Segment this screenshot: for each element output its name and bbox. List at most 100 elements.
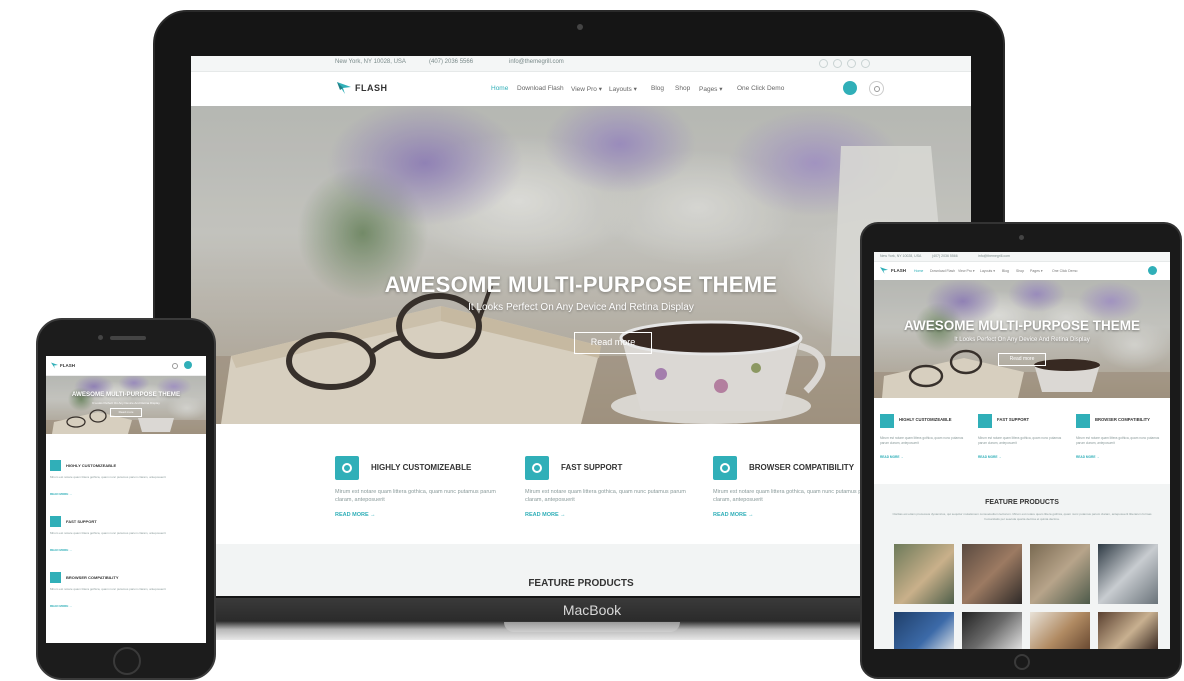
support-icon [525,456,549,480]
hero-banner: AWESOME MULTI-PURPOSE THEME It Looks Per… [46,376,206,434]
feature-title: BROWSER COMPATIBILITY [66,575,119,580]
email-text[interactable]: info@themegrill.com [509,59,564,65]
feature-read-more-link[interactable]: READ MORE → [525,512,566,518]
home-button-icon[interactable] [113,647,141,675]
macbook-notch [504,622,680,632]
macbook-screen: New York, NY 10028, USA (407) 2036 5566 … [191,56,971,596]
products-section: FEATURE PRODUCTS Claritas est etiam proc… [874,484,1170,649]
location-text: New York, NY 10028, USA [335,59,406,65]
product-tile[interactable] [894,544,954,604]
support-icon [978,414,992,428]
products-section: FEATURE PRODUCTS [191,544,971,596]
nav-one-click-demo[interactable]: One Click Demo [737,85,784,92]
hero-overlay [46,376,206,434]
read-more-button[interactable]: Read more [574,332,652,354]
home-button-icon[interactable] [1014,654,1030,670]
feature-read-more-link[interactable]: READ MORE → [1076,455,1100,459]
product-tile[interactable] [1098,612,1158,649]
nav-one-click-demo[interactable]: One Click Demo [1052,269,1077,273]
social-icon[interactable] [819,59,828,68]
nav-home[interactable]: Home [914,269,923,273]
feature-title: BROWSER COMPATIBILITY [749,463,855,472]
logo-icon[interactable] [51,362,58,369]
hero-subtitle: It Looks Perfect On Any Device And Retin… [468,302,694,313]
feature-read-more-link[interactable]: READ MORE → [880,455,904,459]
feature-text: Mirum est notare quam littera gothica, q… [978,436,1062,445]
compass-icon [50,572,61,583]
read-more-button[interactable]: Read more [998,353,1046,366]
phone-speaker [110,336,146,340]
product-tile[interactable] [1030,612,1090,649]
feature-read-more-link[interactable]: READ MORE → [50,604,72,608]
products-description: Claritas est etiam processus dynamicus, … [892,512,1152,521]
nav-layouts[interactable]: Layouts ▾ [980,269,995,273]
phone-text: (407) 2036 5566 [932,254,958,258]
feature-read-more-link[interactable]: READ MORE → [50,492,72,496]
products-title: FEATURE PRODUCTS [985,499,1059,506]
site-navbar: FLASH Home Download Flash View Pro ▾ Lay… [874,262,1170,280]
email-text[interactable]: info@themegrill.com [978,254,1010,258]
products-title: FEATURE PRODUCTS [528,578,634,589]
camera-icon [1019,235,1024,240]
product-tile[interactable] [962,544,1022,604]
feature-text: Mirum est notare quam littera gothica, q… [50,475,166,479]
site-topbar: New York, NY 10028, USA (407) 2036 5566 … [191,56,971,72]
gear-icon [50,460,61,471]
nav-view-pro[interactable]: View Pro ▾ [571,85,602,93]
menu-icon[interactable] [172,363,178,369]
nav-home[interactable]: Home [491,85,508,92]
nav-download-flash[interactable]: Download Flash [517,85,564,92]
site-logo-text[interactable]: FLASH [355,83,388,93]
phone-device: FLASH AWESOME MULTI-PURPOSE THEME It Loo… [36,318,216,680]
social-icon[interactable] [833,59,842,68]
nav-view-pro[interactable]: View Pro ▾ [958,269,975,273]
hero-subtitle: It Looks Perfect On Any Device And Retin… [954,337,1090,343]
nav-shop[interactable]: Shop [1016,269,1024,273]
cart-icon[interactable] [184,361,192,369]
gear-icon [880,414,894,428]
feature-text: Mirum est notare quam littera gothica, q… [525,489,686,503]
product-tile[interactable] [1098,544,1158,604]
social-icon[interactable] [861,59,870,68]
logo-icon[interactable] [880,267,888,274]
product-tile[interactable] [894,612,954,649]
feature-text: Mirum est notare quam littera gothica, q… [50,587,166,591]
gear-icon [335,456,359,480]
feature-read-more-link[interactable]: READ MORE → [335,512,376,518]
tablet-device: New York, NY 10028, USA (407) 2036 5566 … [860,222,1182,679]
read-more-button[interactable]: Read more [110,408,142,417]
feature-read-more-link[interactable]: READ MORE → [978,455,1002,459]
product-tile[interactable] [1030,544,1090,604]
nav-pages[interactable]: Pages ▾ [699,85,723,93]
nav-shop[interactable]: Shop [675,85,690,92]
feature-read-more-link[interactable]: READ MORE → [50,548,72,552]
hero-title: AWESOME MULTI-PURPOSE THEME [903,318,1140,333]
cart-icon[interactable] [843,81,857,95]
nav-pages[interactable]: Pages ▾ [1030,269,1043,273]
site-logo-text[interactable]: FLASH [60,363,75,368]
feature-title: HIGHLY CUSTOMIZEABLE [66,463,117,468]
hero-overlay [191,106,971,424]
hero-title: AWESOME MULTI-PURPOSE THEME [71,391,181,398]
hero-banner: AWESOME MULTI-PURPOSE THEME It Looks Per… [191,106,971,424]
site-logo-text[interactable]: FLASH [891,268,906,273]
device-mockup-stage: New York, NY 10028, USA (407) 2036 5566 … [0,0,1184,681]
compass-icon [713,456,737,480]
product-tile[interactable] [962,612,1022,649]
phone-screen: FLASH AWESOME MULTI-PURPOSE THEME It Loo… [46,356,206,643]
nav-download-flash[interactable]: Download Flash [930,269,955,273]
logo-icon[interactable] [337,82,351,94]
feature-text: Mirum est notare quam littera gothica, q… [880,436,964,445]
nav-blog[interactable]: Blog [1002,269,1009,273]
feature-text: Mirum est notare quam littera gothica, q… [1076,436,1160,445]
search-icon[interactable] [869,81,884,96]
social-icon[interactable] [847,59,856,68]
phone-text: (407) 2036 5566 [429,59,474,65]
camera-icon [577,24,583,30]
feature-title: FAST SUPPORT [997,417,1030,422]
cart-icon[interactable] [1148,266,1157,275]
nav-blog[interactable]: Blog [651,85,664,92]
nav-layouts[interactable]: Layouts ▾ [609,85,637,93]
tablet-screen: New York, NY 10028, USA (407) 2036 5566 … [874,252,1170,649]
feature-read-more-link[interactable]: READ MORE → [713,512,754,518]
